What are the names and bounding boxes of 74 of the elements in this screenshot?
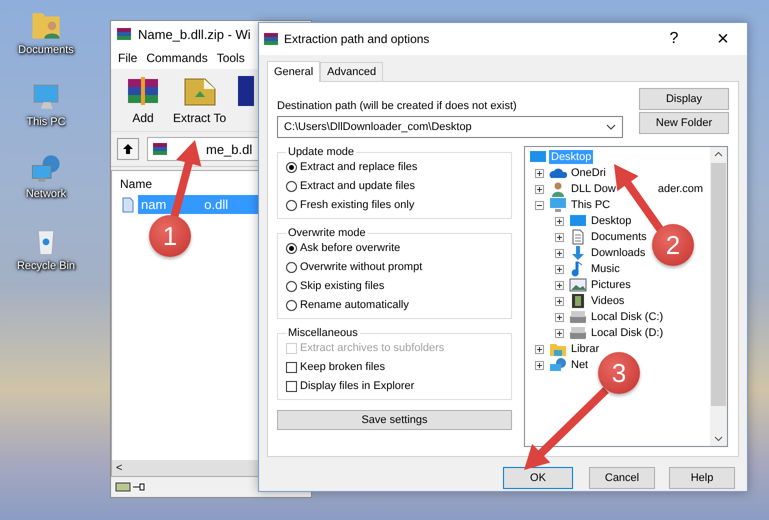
checkbox[interactable]: [286, 362, 297, 372]
checkbox-option[interactable]: Display files in Explorer: [286, 379, 503, 393]
libraries-icon: [549, 341, 567, 357]
toolbar-button[interactable]: Extract To: [169, 73, 230, 127]
radio-indicator[interactable]: [286, 280, 297, 292]
radio-indicator[interactable]: [286, 162, 297, 172]
archive-books-icon: [152, 141, 168, 157]
tree-item[interactable]: OneDri: [569, 166, 608, 180]
radio-option[interactable]: Extract and replace files: [286, 160, 503, 174]
radio-indicator[interactable]: [286, 180, 297, 192]
tree-item[interactable]: Videos: [589, 294, 626, 308]
tree-item[interactable]: DLL Dow: [569, 182, 618, 196]
tree-item[interactable]: Music: [589, 262, 622, 276]
scroll-down-icon[interactable]: [714, 436, 723, 442]
tree-item[interactable]: This PC: [569, 198, 612, 212]
menu-item[interactable]: Commands: [146, 51, 208, 65]
dropdown-chevron-icon[interactable]: [606, 124, 616, 130]
network-icon: [549, 357, 567, 373]
help-button[interactable]: ?: [652, 24, 696, 54]
toolbar-button[interactable]: Add: [121, 73, 165, 127]
destination-path-field[interactable]: C:\Users\DllDownloader_com\Desktop: [277, 116, 623, 138]
up-folder-button[interactable]: [117, 138, 139, 160]
radio-indicator[interactable]: [286, 262, 297, 272]
scroll-left-button[interactable]: <: [112, 462, 126, 474]
close-button[interactable]: ×: [701, 24, 745, 54]
disk-icon: [569, 309, 587, 325]
book-icon: [238, 73, 254, 109]
tree-item[interactable]: Desktop: [589, 214, 634, 228]
window-title: Name_b.dll.zip - Wi: [138, 26, 251, 42]
file-icon: [120, 196, 136, 212]
dialog-button[interactable]: Help: [669, 467, 735, 489]
desktop-icon: [569, 213, 587, 229]
archive-books-icon: [263, 31, 279, 47]
tree-item[interactable]: ader.com: [658, 183, 704, 195]
scroll-up-icon[interactable]: [714, 151, 723, 157]
checkbox[interactable]: [286, 380, 297, 392]
menu-item[interactable]: Tools: [216, 51, 245, 65]
tree-item[interactable]: Documents: [589, 230, 649, 244]
radio-option[interactable]: Extract and update files: [286, 179, 503, 193]
tree-item[interactable]: Downloads: [589, 246, 648, 260]
tree-item[interactable]: Local Disk (D:): [589, 326, 666, 340]
group-title: Miscellaneous: [287, 327, 359, 339]
tree-item[interactable]: Local Disk (C:): [589, 310, 666, 324]
tree-item[interactable]: Net: [569, 358, 590, 372]
group-title: Overwrite mode: [287, 227, 367, 239]
radio-option[interactable]: Overwrite without prompt: [286, 260, 503, 274]
dialog-button[interactable]: New Folder: [639, 112, 729, 134]
dialog-title: Extraction path and options: [284, 32, 430, 46]
drive-key-icon: [115, 481, 145, 493]
pictures-icon: [569, 277, 587, 293]
archive-books-icon: [116, 26, 132, 42]
videos-icon: [569, 293, 587, 309]
dialog-button[interactable]: Display: [639, 88, 729, 110]
save-settings-button[interactable]: Save settings: [277, 410, 512, 430]
dialog-button[interactable]: OK: [503, 467, 573, 489]
user-icon: [549, 181, 567, 197]
vertical-scrollbar[interactable]: [710, 147, 727, 446]
tab[interactable]: Advanced: [320, 62, 384, 81]
tree-item[interactable]: Pictures: [589, 278, 633, 292]
radio-indicator[interactable]: [286, 300, 297, 310]
tab[interactable]: General: [267, 61, 320, 82]
pc-icon: [549, 197, 567, 213]
radio-option[interactable]: Ask before overwrite: [286, 241, 503, 255]
disk-icon: [569, 325, 587, 341]
radio-indicator[interactable]: [286, 200, 297, 210]
up-arrow-icon: [122, 143, 134, 155]
checkbox-option[interactable]: Keep broken files: [286, 360, 503, 374]
menu-item[interactable]: File: [118, 51, 138, 65]
radio-option[interactable]: Skip existing files: [286, 279, 503, 293]
radio-option[interactable]: Rename automatically: [286, 298, 503, 312]
field-label: Destination path (will be created if does not exist): [277, 100, 518, 112]
desktop-icon: [529, 149, 547, 165]
dialog-button[interactable]: Cancel: [589, 467, 655, 489]
radio-indicator[interactable]: [286, 242, 297, 254]
